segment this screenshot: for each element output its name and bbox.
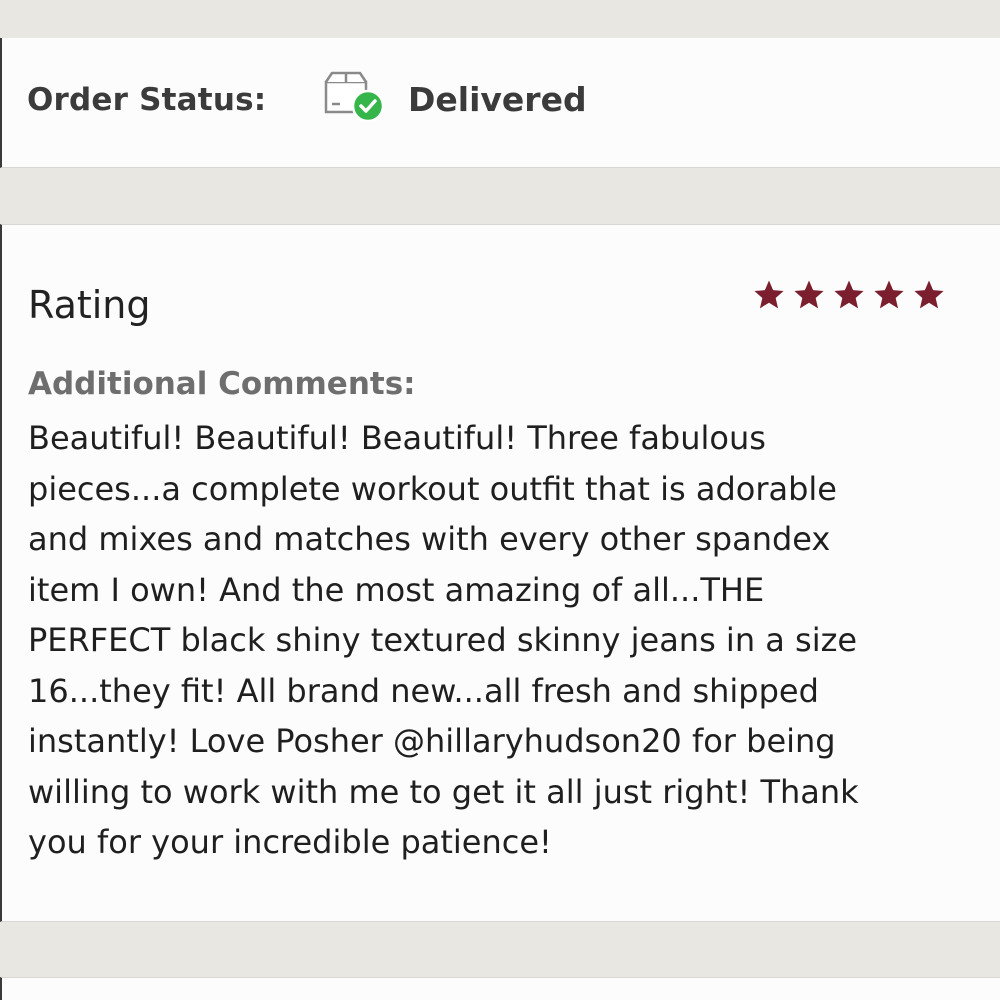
next-card-edge [0,977,1000,1000]
order-status-value: Delivered [408,80,587,119]
rating-title: Rating [28,283,151,327]
top-band [0,0,1000,38]
comment-text: Beautiful! Beautiful! Beautiful! Three f… [28,419,859,861]
star-icon [914,280,944,309]
order-status-label: Order Status: [27,82,267,118]
bottom-band [0,922,1000,977]
star-icon [754,280,784,309]
package-delivered-icon [324,71,385,123]
comments-label: Additional Comments: [28,366,416,402]
star-icon [794,280,824,309]
star-icon [834,280,864,309]
rating-stars [752,278,946,312]
middle-band [0,168,1000,224]
star-icon [874,280,904,309]
